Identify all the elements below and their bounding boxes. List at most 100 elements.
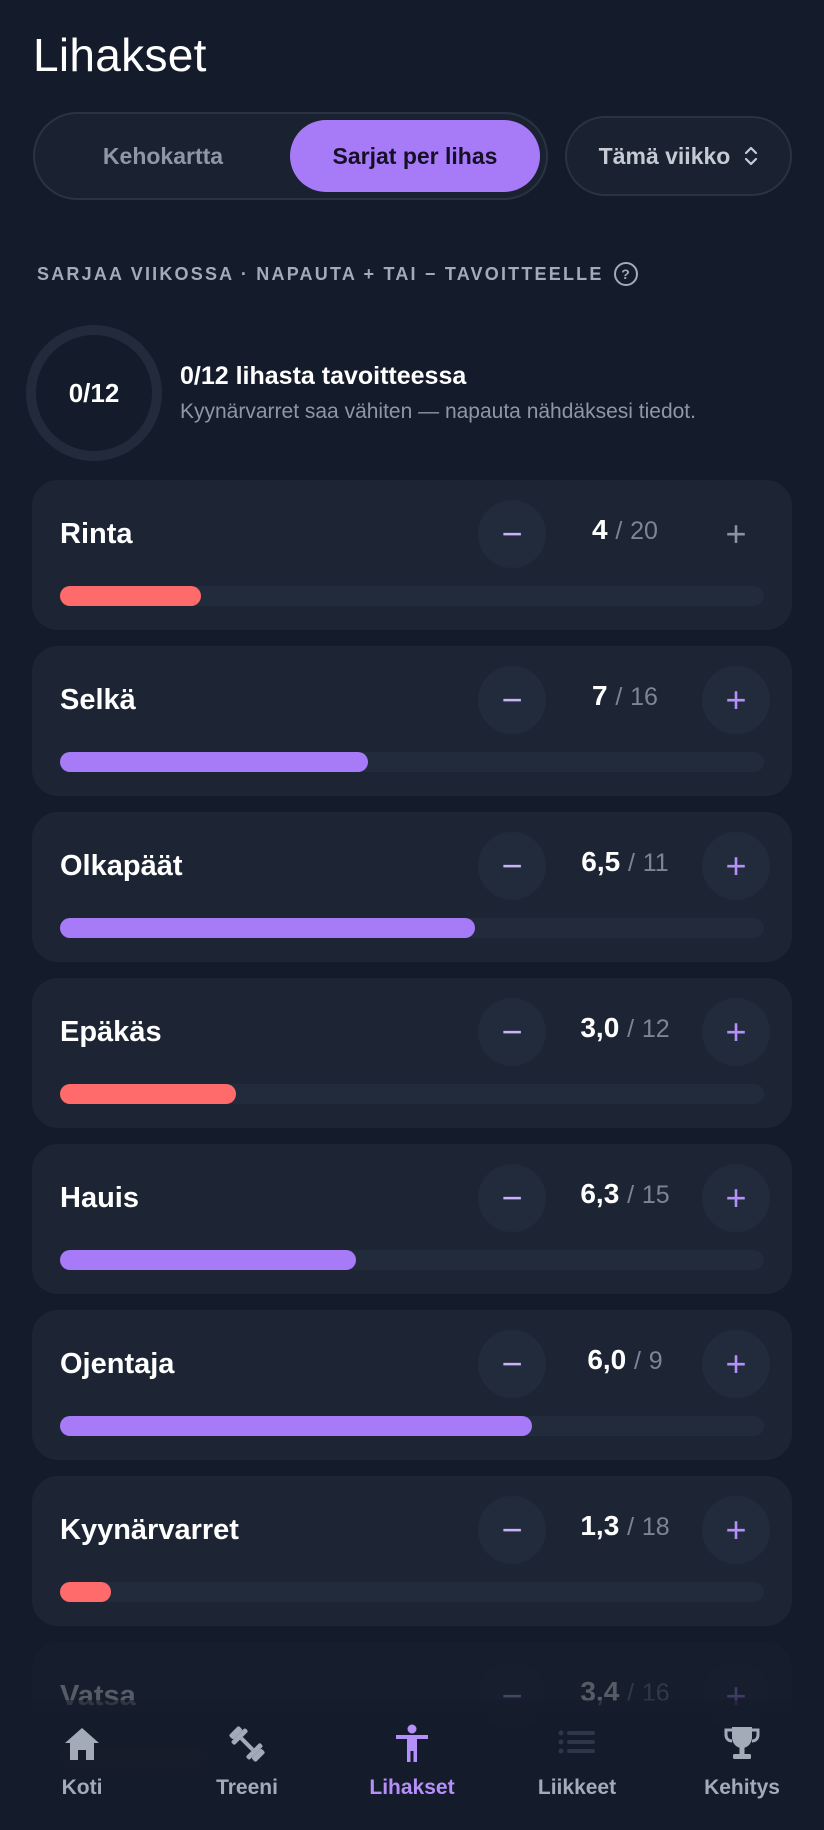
sets-target: 12	[641, 1015, 670, 1043]
set-count: 1,3 / 18	[552, 1510, 698, 1542]
section-heading: SARJAA VIIKOSSA · NAPAUTA + TAI − TAVOIT…	[37, 262, 638, 286]
bottom-nav: Koti Treeni Lihakset Liikkeet Kehitys	[0, 1700, 824, 1830]
section-heading-text: SARJAA VIIKOSSA · NAPAUTA + TAI − TAVOIT…	[37, 263, 604, 284]
muscle-name: Olkapäät	[60, 850, 183, 882]
muscle-card[interactable]: Olkapäät −6,5 / 11 +	[32, 812, 792, 962]
nav-item-koti[interactable]: Koti	[0, 1700, 164, 1830]
count-separator: /	[628, 849, 635, 877]
muscle-name: Kyynärvarret	[60, 1514, 239, 1546]
summary-progress-ring: 0/12	[26, 325, 162, 461]
muscle-name: Ojentaja	[60, 1348, 175, 1380]
progress-track	[60, 1084, 764, 1104]
progress-track	[60, 1250, 764, 1270]
decrement-button[interactable]: −	[478, 666, 546, 734]
set-count: 6,0 / 9	[552, 1344, 698, 1376]
progress-track	[60, 1582, 764, 1602]
sets-done: 6,3	[580, 1178, 620, 1209]
increment-button[interactable]: +	[702, 500, 770, 568]
summary-title: 0/12 lihasta tavoitteessa	[180, 362, 467, 390]
decrement-button[interactable]: −	[478, 1164, 546, 1232]
sets-target: 11	[642, 849, 669, 877]
view-toggle: Kehokartta Sarjat per lihas	[33, 112, 548, 200]
sets-done: 4	[592, 514, 608, 545]
set-count: 3,0 / 12	[552, 1012, 698, 1044]
nav-item-kehitys[interactable]: Kehitys	[660, 1700, 824, 1830]
progress-fill	[60, 586, 201, 606]
app-screen: Lihakset Kehokartta Sarjat per lihas Täm…	[0, 0, 824, 1830]
body-icon	[396, 1724, 428, 1762]
sets-done: 6,0	[587, 1344, 627, 1375]
nav-item-lihakset[interactable]: Lihakset	[330, 1700, 494, 1830]
increment-button[interactable]: +	[702, 1330, 770, 1398]
count-separator: /	[627, 1181, 635, 1209]
progress-track	[60, 586, 764, 606]
trophy-icon	[724, 1727, 760, 1759]
home-icon	[65, 1728, 99, 1760]
muscle-card[interactable]: Ojentaja −6,0 / 9 +	[32, 1310, 792, 1460]
muscle-card[interactable]: Selkä −7 / 16 +	[32, 646, 792, 796]
tab-body-map[interactable]: Kehokartta	[43, 120, 283, 192]
summary-subtitle[interactable]: Kyynärvarret saa vähiten — napauta nähdä…	[180, 400, 696, 424]
increment-button[interactable]: +	[702, 998, 770, 1066]
chevron-up-down-icon	[745, 146, 758, 166]
help-icon[interactable]: ?	[613, 262, 638, 286]
set-count: 4 / 20	[552, 514, 698, 546]
nav-label-liikkeet: Liikkeet	[537, 1776, 617, 1799]
sets-target: 20	[630, 517, 658, 545]
nav-label-lihakset: Lihakset	[369, 1776, 455, 1799]
progress-fill	[60, 918, 475, 938]
progress-track	[60, 752, 764, 772]
tab-sets-per-muscle[interactable]: Sarjat per lihas	[290, 120, 540, 192]
set-count: 6,5 / 11	[552, 846, 698, 878]
decrement-button[interactable]: −	[478, 832, 546, 900]
nav-item-treeni[interactable]: Treeni	[165, 1700, 329, 1830]
set-count: 7 / 16	[552, 680, 698, 712]
muscle-name: Hauis	[60, 1182, 139, 1214]
increment-button[interactable]: +	[702, 666, 770, 734]
count-separator: /	[615, 517, 623, 545]
muscle-card[interactable]: Hauis −6,3 / 15 +	[32, 1144, 792, 1294]
increment-button[interactable]: +	[702, 1164, 770, 1232]
progress-track	[60, 1416, 764, 1436]
sets-done: 6,5	[581, 846, 621, 877]
sets-done: 1,3	[580, 1510, 620, 1541]
progress-fill	[60, 1250, 356, 1270]
list-icon	[558, 1730, 595, 1754]
count-separator: /	[627, 1015, 635, 1043]
sets-done: 3,0	[580, 1012, 620, 1043]
progress-fill	[60, 752, 368, 772]
nav-label-koti: Koti	[61, 1776, 103, 1799]
progress-track	[60, 918, 764, 938]
decrement-button[interactable]: −	[478, 500, 546, 568]
sets-done: 7	[592, 680, 608, 711]
sets-target: 9	[648, 1347, 663, 1375]
progress-fill	[60, 1416, 532, 1436]
muscle-card[interactable]: Rinta −4 / 20 +	[32, 480, 792, 630]
count-separator: /	[627, 1513, 635, 1541]
decrement-button[interactable]: −	[478, 998, 546, 1066]
set-count: 6,3 / 15	[552, 1178, 698, 1210]
period-select[interactable]: Tämä viikko	[565, 116, 792, 196]
period-select-label: Tämä viikko	[598, 142, 731, 169]
progress-fill	[60, 1084, 236, 1104]
nav-item-liikkeet[interactable]: Liikkeet	[495, 1700, 659, 1830]
count-separator: /	[634, 1347, 641, 1375]
nav-label-kehitys: Kehitys	[704, 1776, 780, 1799]
muscle-name: Selkä	[60, 684, 136, 716]
sets-target: 15	[641, 1181, 670, 1209]
page-title: Lihakset	[33, 29, 207, 81]
muscle-name: Epäkäs	[60, 1016, 162, 1048]
progress-fill	[60, 1582, 111, 1602]
muscle-card[interactable]: Kyynärvarret −1,3 / 18 +	[32, 1476, 792, 1626]
sets-target: 18	[641, 1513, 670, 1541]
muscle-card[interactable]: Epäkäs −3,0 / 12 +	[32, 978, 792, 1128]
muscle-name: Rinta	[60, 518, 133, 550]
increment-button[interactable]: +	[702, 832, 770, 900]
count-separator: /	[615, 683, 623, 711]
decrement-button[interactable]: −	[478, 1330, 546, 1398]
dumbbell-icon	[229, 1726, 265, 1762]
increment-button[interactable]: +	[702, 1496, 770, 1564]
sets-target: 16	[630, 683, 658, 711]
decrement-button[interactable]: −	[478, 1496, 546, 1564]
nav-label-treeni: Treeni	[216, 1776, 278, 1799]
